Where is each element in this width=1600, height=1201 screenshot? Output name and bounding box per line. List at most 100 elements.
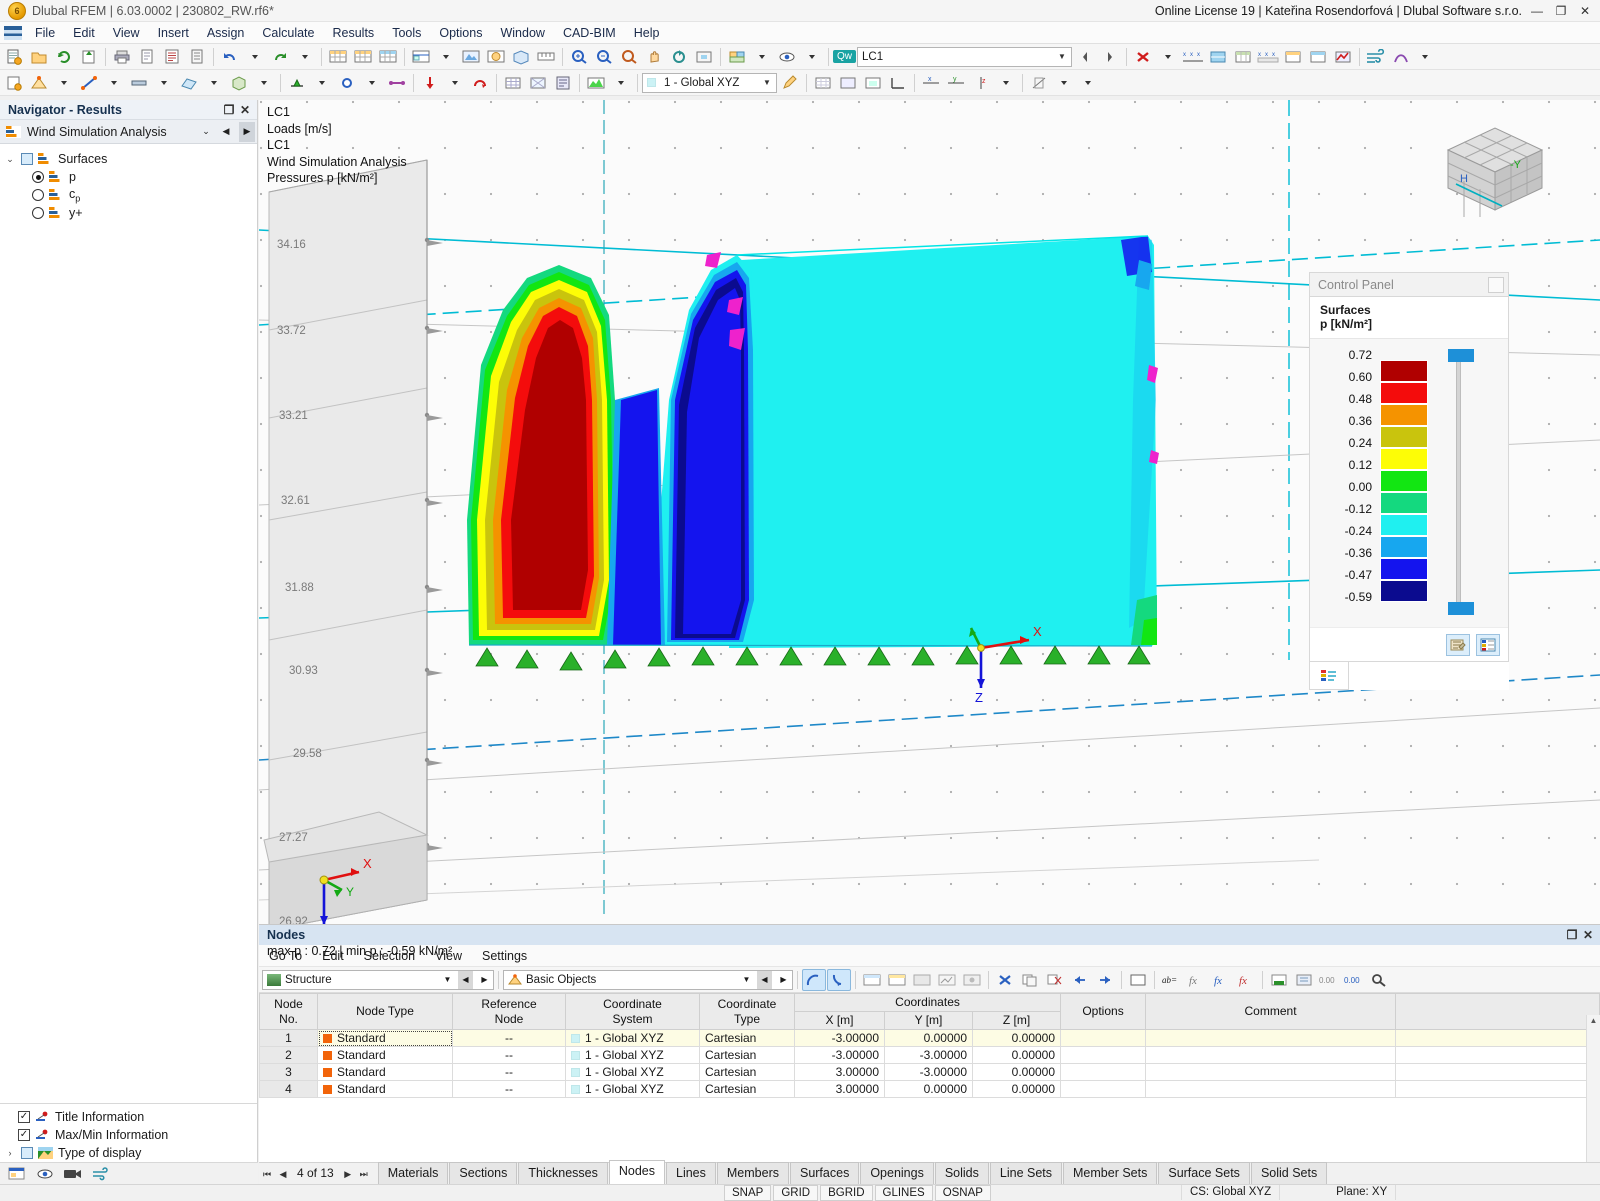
navigator-selector[interactable]: Wind Simulation Analysis ⌄ ◀ ▶ [0, 120, 257, 144]
yplus-radio[interactable] [32, 207, 44, 219]
menu-item-file[interactable]: File [26, 23, 64, 43]
cell-z[interactable]: 0.00000 [973, 1047, 1061, 1064]
table-view-icon[interactable] [326, 46, 350, 68]
hinge-dropdown-icon[interactable] [360, 72, 384, 94]
load-case-combo[interactable]: LC1 ▼ [857, 47, 1072, 67]
scale-settings-icon[interactable] [1476, 634, 1500, 656]
cell-reference-node[interactable]: -- [453, 1047, 566, 1064]
cell-y[interactable]: -3.00000 [885, 1047, 973, 1064]
measure-icon[interactable] [534, 46, 558, 68]
delete-row-icon[interactable] [993, 969, 1017, 991]
tab-openings[interactable]: Openings [860, 1162, 934, 1184]
section-dropdown-icon[interactable] [1052, 72, 1076, 94]
grid-icon[interactable] [811, 72, 835, 94]
fx-red-icon[interactable]: fx [1234, 969, 1258, 991]
header-coordinate-type[interactable]: Coordinate Type [700, 994, 795, 1030]
dim-z-icon[interactable]: z [969, 72, 993, 94]
header-z[interactable]: Z [m] [973, 1012, 1061, 1030]
color-scale-slider[interactable] [1438, 349, 1484, 613]
moment-icon[interactable] [468, 72, 492, 94]
slider-track[interactable] [1456, 355, 1461, 607]
cell-node-type[interactable]: Standard [318, 1047, 453, 1064]
pan-icon[interactable] [642, 46, 666, 68]
header-coordinates-group[interactable]: Coordinates [795, 994, 1061, 1012]
header-reference-node[interactable]: Reference Node [453, 994, 566, 1030]
cell-coordinate-system[interactable]: 1 - Global XYZ [566, 1047, 700, 1064]
tab-member-sets[interactable]: Member Sets [1063, 1162, 1157, 1184]
results-diagram-icon[interactable] [1331, 46, 1355, 68]
prev-record-button[interactable]: ◀ [275, 1169, 291, 1184]
close-button[interactable]: ✕ [1574, 2, 1596, 20]
display-option-title-information[interactable]: Title Information [0, 1108, 257, 1126]
solid-icon[interactable] [227, 72, 251, 94]
cell-reference-node[interactable]: -- [453, 1030, 566, 1047]
cell-node-type[interactable]: Standard [318, 1081, 453, 1098]
line-icon[interactable] [77, 72, 101, 94]
table-lock-icon[interactable] [960, 969, 984, 991]
open-file-icon[interactable] [27, 46, 51, 68]
copy-row-icon[interactable] [1018, 969, 1042, 991]
search-icon[interactable] [1367, 969, 1391, 991]
surface-dropdown-icon[interactable] [202, 72, 226, 94]
export-icon[interactable] [77, 46, 101, 68]
table-panel-close-button[interactable]: ✕ [1580, 928, 1596, 942]
first-record-button[interactable]: ⏮ [259, 1169, 275, 1184]
delete-results-icon[interactable] [1131, 46, 1155, 68]
calc-icon[interactable] [551, 72, 575, 94]
basic-objects-combo[interactable]: Basic Objects ▼ ◀ ▶ [503, 970, 793, 990]
printout-report-icon[interactable] [160, 46, 184, 68]
menu-item-tools[interactable]: Tools [383, 23, 430, 43]
tab-surface-sets[interactable]: Surface Sets [1158, 1162, 1250, 1184]
menu-item-results[interactable]: Results [324, 23, 384, 43]
fx-blue-icon[interactable]: fx [1209, 969, 1233, 991]
header-options[interactable]: Options [1061, 994, 1146, 1030]
control-panel[interactable]: Control Panel Surfaces p [kN/m²] 0.72 0.… [1309, 272, 1509, 690]
results-table2-icon[interactable]: xxx [1256, 46, 1280, 68]
maxmin-information-checkbox[interactable] [18, 1129, 30, 1141]
minimize-button[interactable]: — [1526, 2, 1548, 20]
more2-icon[interactable] [1077, 72, 1101, 94]
menu-item-view[interactable]: View [104, 23, 149, 43]
printout-icon[interactable] [6, 1165, 28, 1183]
undo-dropdown-icon[interactable] [243, 46, 267, 68]
print-icon[interactable] [110, 46, 134, 68]
coordinate-system-combo[interactable]: 1 - Global XYZ ▼ [642, 73, 777, 93]
tab-materials[interactable]: Materials [378, 1162, 449, 1184]
select-curve-icon[interactable] [802, 969, 826, 991]
render-icon[interactable] [459, 46, 483, 68]
structure-next-icon[interactable]: ▶ [477, 971, 492, 989]
chevron-collapsed-icon[interactable]: › [4, 1148, 16, 1158]
refresh-icon[interactable] [52, 46, 76, 68]
tab-line-sets[interactable]: Line Sets [990, 1162, 1062, 1184]
cell-coordinate-type[interactable]: Cartesian [700, 1081, 795, 1098]
cell-coordinate-system[interactable]: 1 - Global XYZ [566, 1064, 700, 1081]
tab-nodes[interactable]: Nodes [609, 1160, 665, 1184]
cell-comment[interactable] [1146, 1064, 1396, 1081]
model-icon[interactable] [509, 46, 533, 68]
stability-icon[interactable] [1389, 46, 1413, 68]
hinge-icon[interactable] [335, 72, 359, 94]
results-table4-icon[interactable] [1306, 46, 1330, 68]
indent-right-icon[interactable] [1093, 969, 1117, 991]
menu-item-edit[interactable]: Edit [64, 23, 104, 43]
cut-row-icon[interactable] [1043, 969, 1067, 991]
rigid-link-icon[interactable] [385, 72, 409, 94]
tab-surfaces[interactable]: Surfaces [790, 1162, 859, 1184]
eye-visibility-icon[interactable] [34, 1165, 56, 1183]
member-icon[interactable] [127, 72, 151, 94]
cell-z[interactable]: 0.00000 [973, 1064, 1061, 1081]
cell-comment[interactable] [1146, 1047, 1396, 1064]
layers-dropdown-icon[interactable] [750, 46, 774, 68]
results-table-icon[interactable] [1231, 46, 1255, 68]
cell-node-no[interactable]: 4 [260, 1081, 318, 1098]
table-row[interactable]: 4 Standard -- 1 - Global XYZ Cartesian 3… [260, 1081, 1600, 1098]
ab-equals-icon[interactable]: ab= [1159, 969, 1183, 991]
zoom-in-icon[interactable] [567, 46, 591, 68]
surfaces-checkbox[interactable] [21, 153, 33, 165]
cs-chevron-down-icon[interactable]: ▼ [760, 74, 774, 92]
tree-node-cp[interactable]: cp [0, 186, 257, 204]
last-record-button[interactable]: ⏭ [356, 1169, 372, 1184]
table-scrollbar[interactable]: ▲ [1586, 1015, 1600, 1162]
tab-lines[interactable]: Lines [666, 1162, 716, 1184]
support-dropdown-icon[interactable] [310, 72, 334, 94]
